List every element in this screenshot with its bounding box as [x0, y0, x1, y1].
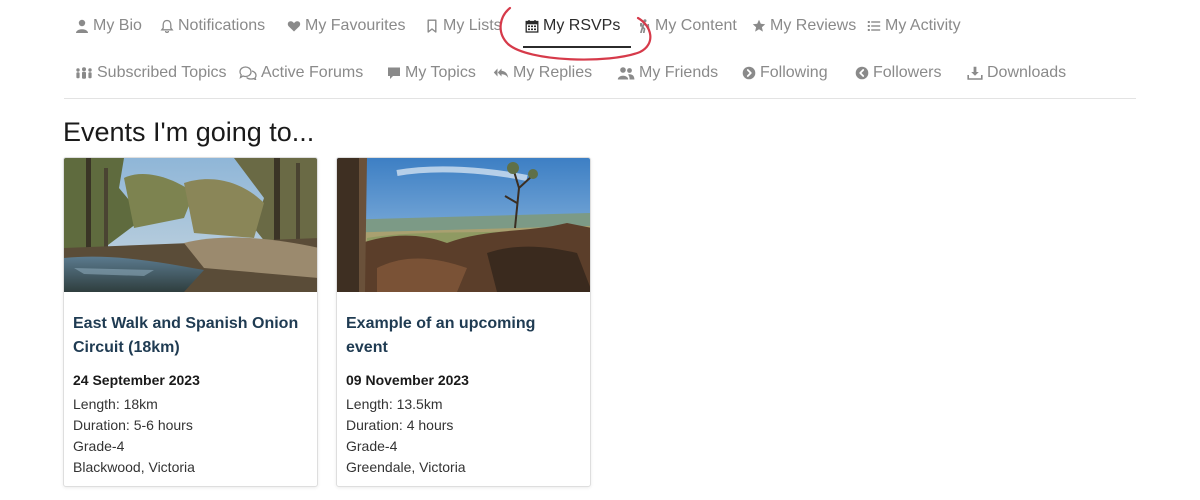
tab-my-content[interactable]: My Content: [637, 17, 742, 35]
tab-label: My Replies: [513, 64, 593, 81]
tab-my-bio[interactable]: My Bio: [75, 17, 154, 35]
tab-my-activity[interactable]: My Activity: [867, 17, 977, 35]
event-duration: Duration: 5-6 hours: [73, 417, 193, 433]
tab-label: My Friends: [639, 64, 719, 81]
tab-my-favourites[interactable]: My Favourites: [287, 17, 415, 35]
circle-chevron-left-icon: [855, 66, 869, 80]
tab-label: My Activity: [885, 17, 961, 34]
tab-label: My Reviews: [770, 17, 857, 34]
tab-label: My Lists: [443, 17, 502, 34]
tab-notifications[interactable]: Notifications: [160, 17, 280, 35]
profile-nav-secondary: Subscribed Topics Active Forums My Topic…: [64, 61, 1077, 85]
tab-label: Subscribed Topics: [97, 64, 227, 81]
users-icon: [617, 67, 635, 80]
tab-downloads[interactable]: Downloads: [967, 64, 1077, 82]
tab-following[interactable]: Following: [742, 64, 842, 82]
tab-label: My Content: [655, 17, 737, 34]
event-grade: Grade-4: [73, 438, 125, 454]
user-icon: [76, 19, 88, 33]
chat-bubbles-icon: [239, 66, 257, 80]
event-date: 09 November 2023: [346, 372, 469, 388]
event-grade: Grade-4: [346, 438, 398, 454]
tab-label: My RSVPs: [543, 17, 621, 34]
event-location: Blackwood, Victoria: [73, 459, 195, 475]
tab-my-topics[interactable]: My Topics: [387, 64, 489, 82]
tab-my-reviews[interactable]: My Reviews: [752, 17, 867, 35]
list-icon: [867, 21, 881, 31]
event-image[interactable]: [64, 158, 318, 292]
tab-label: Notifications: [178, 17, 266, 34]
tab-label: My Bio: [93, 17, 142, 34]
event-card-body: Example of an upcoming event 09 November…: [337, 292, 590, 478]
tab-label: My Favourites: [305, 17, 406, 34]
event-length: Length: 18km: [73, 396, 158, 412]
profile-nav-primary: My Bio Notifications My Favourites My Li…: [64, 14, 977, 48]
event-card[interactable]: East Walk and Spanish Onion Circuit (18k…: [63, 157, 318, 487]
circle-chevron-right-icon: [742, 66, 756, 80]
tab-label: My Topics: [405, 64, 476, 81]
reply-all-icon: [493, 68, 509, 78]
comment-icon: [388, 67, 400, 79]
calendar-icon: [525, 20, 539, 33]
bookmark-icon: [427, 19, 437, 33]
event-card[interactable]: Example of an upcoming event 09 November…: [336, 157, 591, 487]
tab-my-lists[interactable]: My Lists: [425, 17, 515, 35]
tab-my-rsvps[interactable]: My RSVPs: [523, 17, 631, 48]
heart-icon: [287, 21, 301, 32]
tab-label: Followers: [873, 64, 942, 81]
event-location: Greendale, Victoria: [346, 459, 466, 475]
event-date: 24 September 2023: [73, 372, 200, 388]
bell-icon: [160, 19, 174, 33]
hiker-icon: [640, 19, 650, 33]
event-duration: Duration: 4 hours: [346, 417, 454, 433]
star-icon: [752, 19, 766, 32]
tab-label: Active Forums: [261, 64, 364, 81]
tab-subscribed-topics[interactable]: Subscribed Topics: [75, 64, 235, 82]
event-title[interactable]: East Walk and Spanish Onion Circuit (18k…: [73, 312, 308, 360]
tab-followers[interactable]: Followers: [855, 64, 955, 82]
tab-my-friends[interactable]: My Friends: [617, 64, 727, 82]
tab-label: Downloads: [987, 64, 1067, 81]
event-length: Length: 13.5km: [346, 396, 443, 412]
download-icon: [967, 66, 983, 80]
tab-active-forums[interactable]: Active Forums: [239, 64, 377, 82]
nav-divider: [64, 98, 1136, 99]
event-image[interactable]: [337, 158, 591, 292]
people-group-icon: [76, 67, 92, 79]
event-card-body: East Walk and Spanish Onion Circuit (18k…: [64, 292, 317, 478]
page-title: Events I'm going to...: [63, 117, 315, 147]
event-title[interactable]: Example of an upcoming event: [346, 312, 581, 360]
tab-label: Following: [760, 64, 828, 81]
tab-my-replies[interactable]: My Replies: [493, 64, 603, 82]
